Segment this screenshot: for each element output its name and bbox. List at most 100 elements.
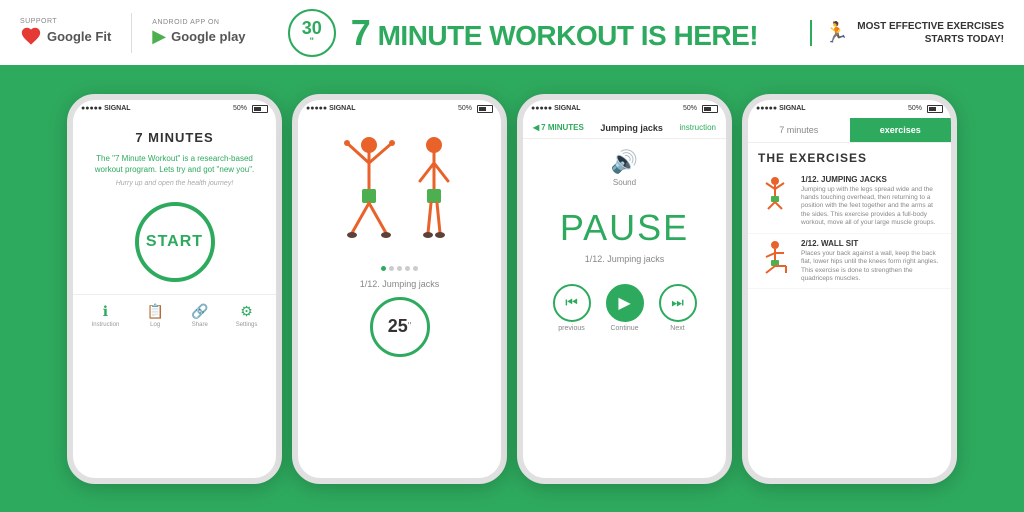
previous-label: previous (558, 325, 584, 332)
previous-button[interactable]: ⏮ (553, 284, 591, 322)
nav-log-label: Log (150, 322, 160, 328)
wall-sit-thumb (758, 239, 793, 274)
play-triangle-icon: ▶ (152, 26, 166, 47)
support-label: SUPPORT (20, 18, 57, 25)
back-button[interactable]: ◀ 7 MINUTES (533, 123, 584, 132)
log-icon: 📋 (146, 303, 163, 320)
start-label: START (146, 233, 203, 251)
google-play-logo: ▶ Google play (152, 26, 245, 47)
phone3-main-content: 🔊 Sound PAUSE 1/12. Jumping jacks ⏮ prev… (523, 139, 726, 342)
banner-right-text: 🏃 MOST EFFECTIVE EXERCISES STARTS TODAY! (810, 20, 1004, 46)
phone-2: ●●●●● SIGNAL 50% (292, 94, 507, 484)
continue-button[interactable]: ▶ (606, 284, 644, 322)
heart-icon (20, 25, 42, 47)
phone4-battery: 50% (908, 105, 943, 113)
banner-center: 30 " 7 MINUTE WORKOUT IS HERE! (266, 9, 781, 57)
start-button[interactable]: START (135, 202, 215, 282)
phone2-content: 1/12. Jumping jacks 25 " (298, 118, 501, 478)
seven-number: 7 (351, 12, 371, 53)
nav-instruction[interactable]: ℹ Instruction (92, 303, 120, 328)
progress-indicator (381, 266, 418, 271)
phone1-description: The "7 Minute Workout" is a research-bas… (73, 153, 276, 180)
share-icon: 🔗 (191, 303, 208, 320)
exercise-2-thumbnail (758, 239, 793, 274)
phone1-battery: 50% (233, 105, 268, 113)
exercise-2-info: 2/12. WALL SIT Places your back against … (801, 239, 941, 284)
android-label: ANDROID APP ON (152, 19, 219, 26)
timer-unit: " (408, 321, 412, 332)
continue-control: ▶ Continue (606, 284, 644, 332)
phones-area: ●●●●● SIGNAL 50% 7 MINUTES The "7 Minute… (0, 65, 1024, 512)
thirty-number: 30 (302, 19, 322, 37)
phone2-status-bar: ●●●●● SIGNAL 50% (298, 100, 501, 118)
phone3-status-bar: ●●●●● SIGNAL 50% (523, 100, 726, 118)
dot-2 (389, 266, 394, 271)
next-control: ⏭ Next (659, 284, 697, 332)
nav-log[interactable]: 📋 Log (146, 303, 163, 328)
battery-icon (927, 105, 943, 113)
dot-3 (397, 266, 402, 271)
next-button[interactable]: ⏭ (659, 284, 697, 322)
battery-icon (252, 105, 268, 113)
back-chevron-icon: ◀ (533, 123, 539, 132)
main-headline: 7 MINUTE WORKOUT IS HERE! (351, 15, 758, 51)
tab-7minutes[interactable]: 7 minutes (748, 118, 850, 142)
phone2-exercise-name: 1/12. Jumping jacks (360, 279, 440, 289)
instruction-link[interactable]: instruction (680, 123, 716, 132)
info-icon: ℹ (103, 303, 108, 320)
previous-control: ⏮ previous (553, 284, 591, 332)
battery-icon (477, 105, 493, 113)
headline-text: MINUTE WORKOUT IS HERE! (378, 20, 759, 51)
pause-text: PAUSE (560, 207, 689, 249)
phone-4: ●●●●● SIGNAL 50% 7 minutes exercises THE… (742, 94, 957, 484)
google-fit-section: SUPPORT Google Fit (20, 18, 111, 47)
exercise-1-info: 1/12. JUMPING JACKS Jumping up with the … (801, 175, 941, 228)
nav-share[interactable]: 🔗 Share (191, 303, 208, 328)
most-effective-line1: MOST EFFECTIVE EXERCISES (857, 20, 1004, 33)
most-effective-line2: STARTS TODAY! (857, 33, 1004, 46)
phone2-timer: 25 " (370, 297, 430, 357)
phone1-nav: ℹ Instruction 📋 Log 🔗 Share ⚙ Settings (73, 294, 276, 336)
tab-exercises[interactable]: exercises (850, 118, 952, 142)
nav-share-label: Share (192, 322, 208, 328)
thirty-unit: " (310, 37, 314, 47)
phone3-battery: 50% (683, 105, 718, 113)
top-banner: SUPPORT Google Fit ANDROID APP ON ▶ Goog… (0, 0, 1024, 65)
phone2-battery: 50% (458, 105, 493, 113)
timer-value: 25 (388, 316, 408, 337)
phone4-content: 7 minutes exercises THE EXERCISES (748, 118, 951, 478)
exercise-item-2: 2/12. WALL SIT Places your back against … (748, 234, 951, 290)
exercise-item-1: 1/12. JUMPING JACKS Jumping up with the … (748, 170, 951, 234)
nav-settings[interactable]: ⚙ Settings (236, 303, 258, 328)
dot-5 (413, 266, 418, 271)
google-fit-logo: Google Fit (20, 25, 111, 47)
battery-icon (702, 105, 718, 113)
sound-icon: 🔊 (611, 149, 638, 175)
phone1-signal: ●●●●● SIGNAL (81, 105, 131, 112)
previous-icon: ⏮ (565, 294, 578, 311)
phone2-signal: ●●●●● SIGNAL (306, 105, 356, 112)
jumping-jacks-figures (342, 123, 457, 253)
exercise-2-name: 2/12. WALL SIT (801, 239, 941, 248)
exercise-1-name: 1/12. JUMPING JACKS (801, 175, 941, 184)
phone4-tabs: 7 minutes exercises (748, 118, 951, 143)
phone-1: ●●●●● SIGNAL 50% 7 MINUTES The "7 Minute… (67, 94, 282, 484)
sound-label: Sound (613, 178, 636, 187)
nav-settings-label: Settings (236, 322, 258, 328)
google-play-section: ANDROID APP ON ▶ Google play (152, 19, 245, 47)
phone3-content: ◀ 7 MINUTES Jumping jacks instruction 🔊 … (523, 118, 726, 478)
exercise-1-thumbnail (758, 175, 793, 210)
nav-instruction-label: Instruction (92, 322, 120, 328)
banner-divider (131, 13, 132, 53)
next-label: Next (670, 325, 684, 332)
phone1-title: 7 MINUTES (73, 118, 276, 153)
settings-icon: ⚙ (240, 303, 253, 320)
google-fit-text: Google Fit (47, 29, 111, 44)
dot-4 (405, 266, 410, 271)
phone1-subtitle: Hurry up and open the health journey! (73, 180, 276, 197)
jumping-jacks-thumb (758, 175, 793, 210)
figure-icon: 🏃 (824, 20, 849, 45)
phone3-signal: ●●●●● SIGNAL (531, 105, 581, 112)
back-label: 7 MINUTES (541, 123, 584, 132)
play-icon: ▶ (618, 293, 630, 313)
